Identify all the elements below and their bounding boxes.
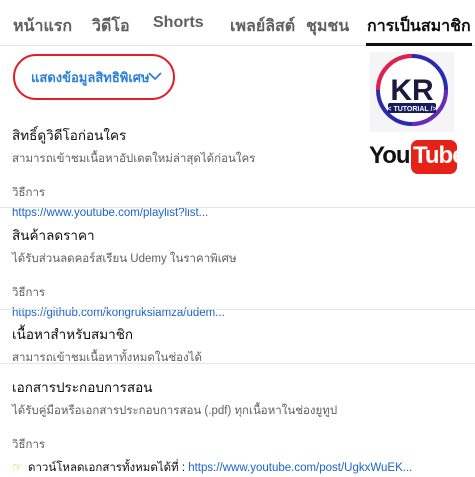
perk-teaching-documents: เอกสารประกอบการสอน ได้รับคู่มือหรือเอกสา… xyxy=(12,376,462,477)
perk-discount: สินค้าลดราคา ได้รับส่วนลดคอร์สเรียน Udem… xyxy=(12,224,462,319)
chevron-down-icon xyxy=(148,72,162,81)
show-perks-button[interactable]: แสดงข้อมูลสิทธิพิเศษ xyxy=(13,54,175,100)
perk-link[interactable]: https://www.youtube.com/playlist?list... xyxy=(12,207,462,219)
tab-playlists[interactable]: เพลย์ลิสต์ xyxy=(230,14,295,39)
perk-download-line: ☞ ดาวน์โหลดเอกสารทั้งหมดได้ที่ : https://… xyxy=(12,459,462,477)
tab-community[interactable]: ชุมชน xyxy=(306,14,349,39)
divider xyxy=(0,309,475,310)
kr-logo-letters: KR xyxy=(390,74,434,107)
show-perks-label: แสดงข้อมูลสิทธิพิเศษ xyxy=(31,69,150,85)
perk-early-access: สิทธิ์ดูวิดีโอก่อนใคร สามารถเข้าชมเนื้อห… xyxy=(12,124,462,219)
perk-title: สินค้าลดราคา xyxy=(12,228,95,243)
perk-download-text: ดาวน์โหลดเอกสารทั้งหมดได้ที่ : xyxy=(28,462,189,474)
tab-shorts[interactable]: Shorts xyxy=(153,14,204,32)
perk-title: เอกสารประกอบการสอน xyxy=(12,380,153,395)
perk-description: ได้รับส่วนลดคอร์สเรียน Udemy ในราคาพิเศษ xyxy=(12,253,237,265)
kr-tutorial-logo: KR < TUTORIAL /> xyxy=(370,52,454,132)
divider xyxy=(0,363,475,364)
perk-link[interactable]: https://www.youtube.com/post/UgkxWuEK... xyxy=(188,462,412,474)
perk-how-label: วิธีการ xyxy=(12,287,46,299)
tab-home[interactable]: หน้าแรก xyxy=(13,14,72,39)
kr-logo-subtext: < TUTORIAL /> xyxy=(387,106,436,113)
active-tab-indicator xyxy=(366,43,472,46)
divider xyxy=(0,207,475,208)
channel-tabs: หน้าแรก วิดีโอ Shorts เพลย์ลิสต์ ชุมชน ก… xyxy=(0,0,475,46)
perk-title: สิทธิ์ดูวิดีโอก่อนใคร xyxy=(12,128,127,143)
pointing-hand-icon: ☞ xyxy=(12,460,23,474)
tab-videos[interactable]: วิดีโอ xyxy=(92,14,130,39)
perk-members-content: เนื้อหาสำหรับสมาชิก สามารถเข้าชมเนื้อหาท… xyxy=(12,323,462,367)
perk-description: ได้รับคู่มือหรือเอกสารประกอบการสอน (.pdf… xyxy=(12,405,338,417)
perk-title: เนื้อหาสำหรับสมาชิก xyxy=(12,327,134,342)
perk-description: สามารถเข้าชมเนื้อหาอัปเดตใหม่ล่าสุดได้ก่… xyxy=(12,153,256,165)
perk-description: สามารถเข้าชมเนื้อหาทั้งหมดในช่องได้ xyxy=(12,352,202,364)
tab-membership[interactable]: การเป็นสมาชิก xyxy=(367,14,471,39)
perk-how-label: วิธีการ xyxy=(12,439,46,451)
perk-how-label: วิธีการ xyxy=(12,187,46,199)
